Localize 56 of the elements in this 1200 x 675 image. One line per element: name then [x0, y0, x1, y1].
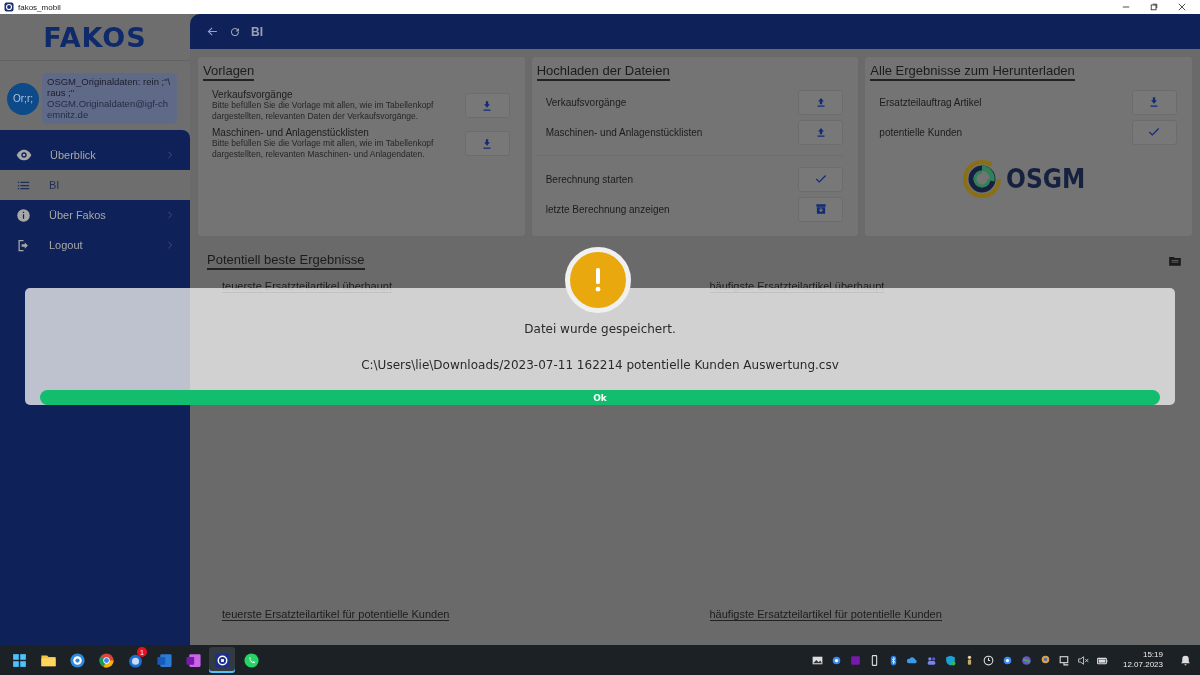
info-icon [16, 207, 31, 223]
row-label: letzte Berechnung anzeigen [545, 203, 671, 215]
chevron-icon [166, 151, 174, 159]
nav-item[interactable]: Über Fakos [0, 200, 190, 230]
ring-logo-icon [962, 159, 1003, 199]
clock-date[interactable]: 12.07.2023 [1122, 660, 1163, 670]
clock-time[interactable]: 15:19 [1142, 650, 1163, 660]
row-description: Bitte befüllen Sie die Vorlage mit allen, wie im Tabellenkopf dargestellten, relevanten Daten der Verkaufsvorgänge. [212, 100, 435, 122]
ok-button[interactable]: Ok [40, 390, 1160, 405]
check-button[interactable] [798, 166, 844, 192]
logo-text: OSGM [1006, 164, 1086, 194]
check-button[interactable] [1132, 119, 1177, 145]
restore-icon[interactable] [1150, 3, 1158, 11]
result-link[interactable]: teuerste Ersatzteilartikel für potentielle Kunden [222, 608, 450, 621]
nav-item[interactable]: Logout [0, 230, 190, 260]
card-title: Alle Ergebnisse zum Herunterladen [870, 63, 1075, 81]
file-path: C:\Users\lie\Downloads/2023-07-11 162214 potentielle Kunden Auswertung.csv [361, 358, 839, 372]
nav-item[interactable]: Überblick [0, 140, 190, 170]
user-name: OSGM_Originaldaten: rein ;"\ raus ;" [47, 76, 172, 98]
window-title: fakos_mobil [18, 2, 62, 12]
row-label: Berechnung starten [545, 173, 634, 185]
shield-icon[interactable] [943, 653, 957, 667]
nav-item[interactable]: BI [0, 170, 190, 200]
dialog-message: Datei wurde gespeichert. [524, 322, 676, 336]
row-label: potentielle Kunden [879, 126, 964, 138]
close-icon[interactable] [1178, 3, 1186, 11]
logout-icon [16, 237, 31, 253]
check-icon [813, 172, 828, 186]
muted-speaker-icon[interactable] [1076, 653, 1090, 667]
chevron-icon [166, 241, 174, 249]
archive-button[interactable] [798, 196, 844, 222]
chevron-icon [166, 211, 174, 219]
page-title: BI [251, 24, 263, 39]
result-link[interactable]: häufigste Ersatzteilartikel für potentielle Kunden [709, 608, 942, 621]
card-title: Vorlagen [203, 63, 255, 81]
section-title: Potentiell beste Ergebnisse [207, 252, 365, 270]
clock-icon[interactable] [981, 653, 995, 667]
row-label: Verkaufsvorgänge [212, 89, 293, 100]
row-label: Maschinen- und Anlagenstücklisten [212, 127, 369, 138]
row-description: Bitte befüllen Sie die Vorlage mit allen, wie im Tabellenkopf dargestellten, relevanten Maschinen- und Anlagendaten. [212, 138, 435, 160]
row-label: Maschinen- und Anlagenstücklisten [545, 126, 704, 138]
user-avatar: Or;r; [7, 82, 39, 115]
user-email: OSGM.Originaldaten@igf-chemnitz.de [47, 98, 170, 120]
card-title: Hochladen der Dateien [536, 63, 670, 81]
row-label: Verkaufsvorgänge [545, 96, 628, 108]
exclamation-icon [594, 267, 602, 293]
app-logo: FAKOS [43, 21, 147, 53]
network-icon[interactable] [1057, 653, 1071, 667]
row-label: Ersatzteilauftrag Artikel [879, 96, 983, 108]
archive-icon [813, 202, 828, 216]
back-arrow-icon[interactable] [206, 25, 219, 38]
eye-icon [16, 147, 32, 163]
globe-icon[interactable] [1019, 653, 1033, 667]
notification-icon[interactable] [1179, 653, 1192, 667]
refresh-icon[interactable] [229, 25, 241, 38]
check-icon [1147, 125, 1162, 139]
